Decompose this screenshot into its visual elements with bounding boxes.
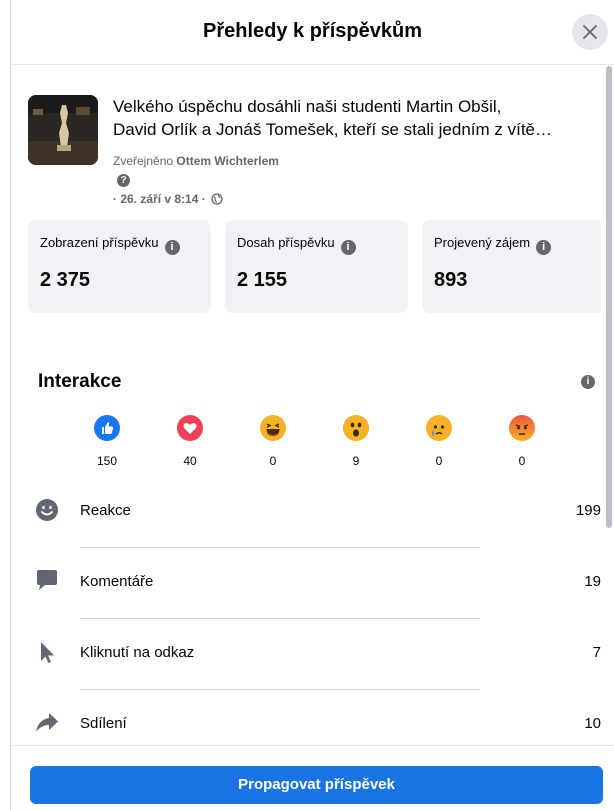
love-icon [177,415,203,441]
row-value: 7 [592,644,601,661]
scrollbar[interactable] [606,66,612,528]
row-label: Komentáře [80,573,154,590]
interactions-title: Interakce [38,371,122,392]
metric-card-engagement: Projevený zájem i 893 [422,220,601,313]
metric-label: Projevený zájem [434,235,531,250]
row-label: Kliknutí na odkaz [80,644,195,661]
row-value: 199 [575,502,601,519]
promote-post-button[interactable]: Propagovat příspěvek [30,766,603,804]
comment-icon [37,570,57,590]
reaction-count: 0 [269,454,277,468]
row-label: Reakce [80,502,131,519]
row-value: 10 [584,715,601,732]
row-reactions[interactable]: Reakce 199 [34,497,601,569]
footer-divider [11,745,614,746]
like-icon [94,415,120,441]
reaction-count: 150 [96,454,118,468]
row-value: 19 [584,573,601,590]
reaction-sad[interactable]: 0 [419,415,459,468]
row-label: Sdílení [80,715,127,732]
sad-icon [426,415,452,441]
share-icon [36,713,58,732]
reaction-wow[interactable]: 9 [336,415,376,468]
info-icon[interactable]: i [581,375,595,389]
metric-value: 2 155 [237,269,288,291]
close-icon [583,25,597,39]
insights-content[interactable]: Velkého úspěchu dosáhli naši studenti Ma… [11,65,601,745]
metric-card-reach: Dosah příspěvku i 2 155 [225,220,408,313]
angry-icon [509,415,535,441]
row-link-clicks[interactable]: Kliknutí na odkaz 7 [34,639,601,711]
smiley-icon [36,499,58,521]
reaction-count: 0 [435,454,443,468]
reaction-love[interactable]: 40 [170,415,210,468]
metric-label: Dosah příspěvku [237,235,335,250]
metric-value: 893 [434,269,468,291]
divider [80,547,480,548]
divider [80,618,480,619]
dialog-header: Přehledy k příspěvkům [11,0,614,65]
post-text[interactable]: Velkého úspěchu dosáhli naši studenti Ma… [113,95,601,141]
reaction-like[interactable]: 150 [87,415,127,468]
published-prefix: Zveřejněno [113,154,174,168]
divider [80,689,480,690]
post-date-line: · 26. září v 8:14 · [113,192,223,206]
row-comments[interactable]: Komentáře 19 [34,568,601,640]
post-author[interactable]: Ottem Wichterlem [176,154,279,168]
row-shares[interactable]: Sdílení 10 [34,710,601,745]
metric-card-views: Zobrazení příspěvku i 2 375 [28,220,211,313]
info-icon[interactable]: i [536,240,552,255]
metric-value: 2 375 [40,269,91,291]
metric-label: Zobrazení příspěvku [40,235,159,250]
wow-icon [343,415,369,441]
globe-icon [211,193,223,205]
post-date: · 26. září v 8:14 · [113,192,206,206]
reaction-count: 9 [352,454,360,468]
question-icon[interactable]: ? [117,174,130,187]
post-thumbnail[interactable] [28,95,98,165]
dialog-title: Přehledy k příspěvkům [203,20,422,42]
reaction-haha[interactable]: 0 [253,415,293,468]
post-author-line: Zveřejněno Ottem Wichterlem [113,154,279,168]
haha-icon [260,415,286,441]
reaction-count: 0 [518,454,526,468]
reaction-angry[interactable]: 0 [502,415,542,468]
cursor-icon [41,642,54,663]
info-icon[interactable]: i [340,240,356,255]
info-icon[interactable]: i [164,240,180,255]
reaction-count: 40 [183,454,197,468]
close-button[interactable] [572,14,608,50]
